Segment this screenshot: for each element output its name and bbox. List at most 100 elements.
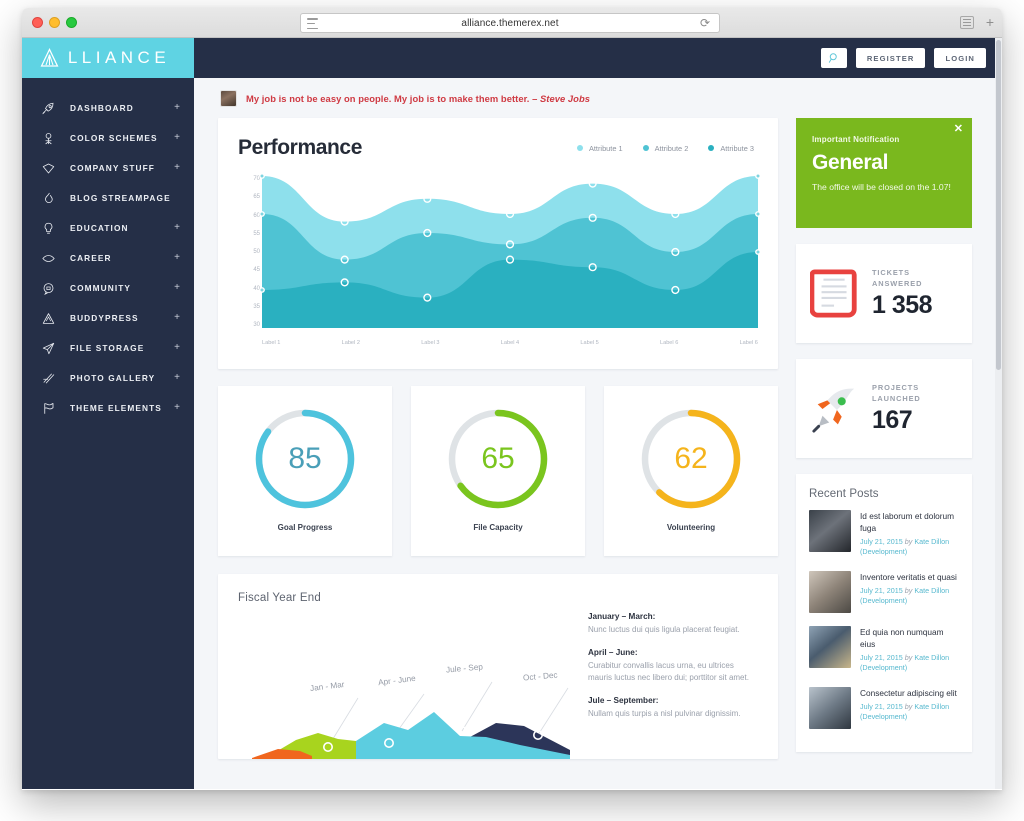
- x-tick: Label 6: [739, 340, 758, 346]
- fiscal-chart-svg: [252, 681, 570, 759]
- legend-item[interactable]: Attribute 1: [576, 144, 623, 153]
- y-tick: 45: [253, 267, 260, 274]
- reload-icon[interactable]: ⟳: [700, 17, 712, 29]
- palette-icon: [38, 129, 58, 147]
- sidebar-expand-icon[interactable]: +: [174, 163, 180, 173]
- sidebar-expand-icon[interactable]: +: [174, 373, 180, 383]
- post-author[interactable]: Kate Dillon: [914, 586, 949, 595]
- gauge-label: Goal Progress: [277, 523, 333, 532]
- post-date: July 21, 2015: [860, 537, 903, 547]
- window-controls[interactable]: [32, 17, 77, 28]
- notification-title: General: [812, 151, 889, 174]
- sidebar-item-color-schemes[interactable]: COLOR SCHEMES +: [22, 123, 194, 153]
- top-bar: REGISTER LOGIN: [194, 38, 1002, 78]
- stat-kicker-line2: ANSWERED: [872, 279, 923, 288]
- page-title: Performance: [238, 136, 362, 159]
- search-icon: [828, 53, 837, 63]
- post-title[interactable]: Consectetur adipiscing elit: [860, 687, 959, 699]
- post-thumbnail: [809, 625, 851, 668]
- sidebar-toggle-icon[interactable]: [960, 16, 974, 29]
- post-category[interactable]: (Development): [860, 596, 907, 605]
- post-author[interactable]: Kate Dillon: [914, 702, 949, 711]
- gauges-row: 85 Goal Progress 65 File Capacity 62 Vol…: [218, 386, 778, 556]
- stat-kicker-line1: TICKETS: [872, 267, 910, 277]
- sidebar-item-education[interactable]: EDUCATION +: [22, 213, 194, 243]
- new-tab-icon[interactable]: +: [986, 14, 994, 30]
- sidebar-item-label: COMPANY STUFF: [70, 163, 155, 173]
- post-thumbnail: [809, 570, 851, 613]
- list-item[interactable]: Inventore veritatis et quasi July 21, 20…: [809, 570, 959, 613]
- gauge-ring: 62: [635, 403, 747, 515]
- post-date: July 21, 2015: [860, 701, 903, 711]
- sidebar-item-community[interactable]: COMMUNITY +: [22, 273, 194, 303]
- stat-value: 1 358: [872, 291, 933, 320]
- content-main-column: Performance Attribute 1 Attribute 2 Attr…: [218, 118, 778, 789]
- reader-icon[interactable]: [307, 18, 318, 29]
- sidebar-expand-icon[interactable]: +: [174, 133, 180, 143]
- stat-value: 167: [872, 406, 913, 435]
- y-tick: 65: [253, 194, 260, 201]
- fiscal-chart: Jan - Mar Apr - June Jule - Sep Oct - De…: [238, 610, 570, 759]
- sidebar-item-file-storage[interactable]: FILE STORAGE +: [22, 333, 194, 363]
- fiscal-text-blocks: January – March: Nunc luctus dui quis li…: [570, 610, 756, 759]
- sidebar-item-label: CAREER: [70, 253, 112, 263]
- sidebar-item-label: FILE STORAGE: [70, 343, 145, 353]
- sidebar-expand-icon[interactable]: +: [174, 343, 180, 353]
- legend-label: Attribute 2: [654, 143, 689, 153]
- gauge-value: 62: [674, 442, 708, 475]
- list-item[interactable]: Consectetur adipiscing elit July 21, 201…: [809, 686, 959, 729]
- sidebar-item-blog-streampage[interactable]: BLOG STREAMPAGE: [22, 183, 194, 213]
- bulb-icon: [38, 219, 58, 237]
- sidebar-item-buddypress[interactable]: BUDDYPRESS +: [22, 303, 194, 333]
- list-item[interactable]: Id est laborum et dolorum fuga July 21, …: [809, 510, 959, 558]
- maximize-window-button[interactable]: [66, 17, 77, 28]
- performance-card: Performance Attribute 1 Attribute 2 Attr…: [218, 118, 778, 369]
- x-tick: Label 5: [580, 340, 599, 346]
- list-item[interactable]: Ed quia non numquam eius July 21, 2015 b…: [809, 625, 959, 674]
- scrollbar-thumb[interactable]: [996, 40, 1001, 370]
- sidebar-expand-icon[interactable]: +: [174, 403, 180, 413]
- post-title[interactable]: Ed quia non numquam eius: [860, 626, 959, 650]
- login-button[interactable]: LOGIN: [934, 48, 986, 68]
- search-button[interactable]: [820, 48, 847, 68]
- sidebar-expand-icon[interactable]: +: [174, 283, 180, 293]
- sidebar: LLIANCE DASHBOARD + COLOR SCHEMES + COMP…: [22, 38, 194, 789]
- post-author[interactable]: Kate Dillon: [914, 653, 949, 662]
- sidebar-item-label: COMMUNITY: [70, 283, 132, 293]
- browser-titlebar: alliance.themerex.net ⟳ +: [22, 8, 1002, 38]
- page-viewport: LLIANCE DASHBOARD + COLOR SCHEMES + COMP…: [22, 38, 1002, 789]
- register-button[interactable]: REGISTER: [855, 48, 926, 68]
- post-category[interactable]: (Development): [860, 712, 907, 721]
- sidebar-item-career[interactable]: CAREER +: [22, 243, 194, 273]
- sidebar-item-theme-elements[interactable]: THEME ELEMENTS +: [22, 393, 194, 423]
- sidebar-expand-icon[interactable]: +: [174, 253, 180, 263]
- fiscal-block-heading: January – March:: [588, 612, 656, 621]
- post-category[interactable]: (Development): [860, 663, 907, 672]
- sidebar-expand-icon[interactable]: +: [174, 223, 180, 233]
- legend-dot-icon: [708, 145, 715, 151]
- post-author[interactable]: Kate Dillon: [914, 537, 949, 546]
- post-by: by: [904, 652, 913, 662]
- close-icon[interactable]: ✕: [954, 124, 963, 135]
- close-window-button[interactable]: [32, 17, 43, 28]
- x-tick: Label 3: [421, 340, 440, 346]
- sidebar-item-photo-gallery[interactable]: PHOTO GALLERY +: [22, 363, 194, 393]
- sidebar-item-dashboard[interactable]: DASHBOARD +: [22, 93, 194, 123]
- page-scrollbar[interactable]: [995, 38, 1002, 789]
- sidebar-expand-icon[interactable]: +: [174, 313, 180, 323]
- address-bar[interactable]: alliance.themerex.net ⟳: [300, 13, 720, 33]
- x-tick: Label 6: [659, 340, 679, 346]
- post-title[interactable]: Id est laborum et dolorum fuga: [860, 510, 959, 534]
- brand-logo[interactable]: LLIANCE: [22, 38, 194, 78]
- avatar: [220, 89, 237, 107]
- legend-item[interactable]: Attribute 3: [708, 144, 754, 153]
- legend-item[interactable]: Attribute 2: [642, 143, 689, 153]
- sidebar-item-company-stuff[interactable]: COMPANY STUFF +: [22, 153, 194, 183]
- post-title[interactable]: Inventore veritatis et quasi: [860, 571, 959, 583]
- minimize-window-button[interactable]: [49, 17, 60, 28]
- post-category[interactable]: (Development): [860, 547, 907, 556]
- legend-label: Attribute 3: [720, 143, 754, 153]
- sidebar-expand-icon[interactable]: +: [174, 103, 180, 113]
- sidebar-item-label: THEME ELEMENTS: [70, 403, 162, 413]
- gauge-ring: 85: [249, 403, 361, 515]
